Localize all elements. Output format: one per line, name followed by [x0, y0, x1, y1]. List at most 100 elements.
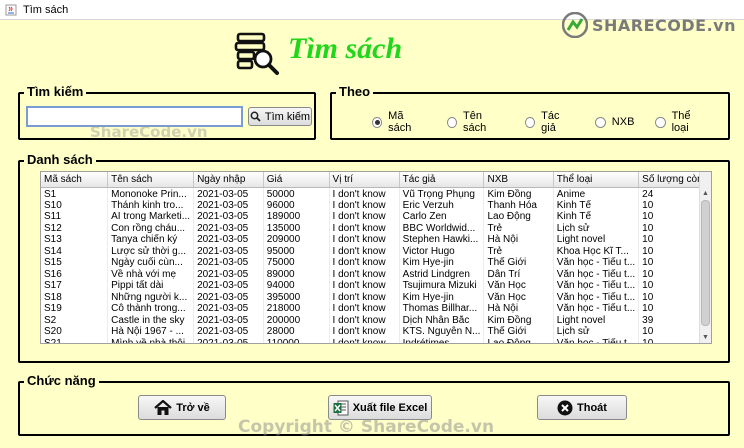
search-button[interactable]: Tìm kiếm [248, 107, 312, 126]
table-row[interactable]: S12 Con rồng cháu... 2021-03-05 135000 I don… [41, 222, 711, 234]
table-row[interactable]: S1 Mononoke Prin... 2021-03-05 50000 I don't… [41, 187, 711, 200]
table-cell: Carlo Zen [399, 211, 485, 223]
col-gia[interactable]: Giá [263, 172, 330, 188]
radio-nxb-dot[interactable] [594, 116, 606, 128]
search-by-options: Mã sách Tên sách Tác giả NXB Thể loại [372, 110, 728, 134]
exit-button[interactable]: Thoát [537, 395, 627, 420]
table-row[interactable]: S19 Cô thành trong... 2021-03-05 218000 I do… [41, 303, 711, 315]
exit-button-label: Thoát [577, 401, 607, 414]
col-ten-sach[interactable]: Tên sách [107, 172, 195, 188]
table-scrollbar[interactable]: ▲ ▼ [699, 172, 711, 343]
table-cell: 395000 [263, 291, 330, 303]
radio-tac-gia-dot[interactable] [525, 116, 536, 128]
table-cell: Về nhà với mẹ [107, 268, 195, 280]
table-row[interactable]: S14 Lược sử thời g... 2021-03-05 95000 I don… [41, 245, 711, 257]
table-row[interactable]: S13 Tanya chiến ký 2021-03-05 209000 I don't… [41, 234, 711, 246]
radio-the-loai-label: Thể loại [671, 110, 691, 134]
table-cell: Dịch Nhân Bắc [399, 314, 485, 326]
table-cell: I don't know [329, 303, 400, 315]
scroll-down-icon[interactable]: ▼ [700, 332, 711, 343]
table-row[interactable]: S16 Về nhà với mẹ 2021-03-05 89000 I don't k… [41, 268, 711, 280]
table-cell: Văn học - Tiểu t... [553, 337, 640, 343]
radio-ten-sach[interactable]: Tên sách [446, 110, 504, 134]
table-cell: Khoa Học Kĩ T... [553, 245, 640, 257]
table-cell: 2021-03-05 [193, 268, 264, 280]
col-the-loai[interactable]: Thể loại [553, 172, 640, 188]
table-row[interactable]: S21 Mình về nhà thôi 2021-03-05 110000 I don… [41, 337, 711, 343]
table-cell: Light novel [553, 234, 640, 246]
table-cell: Indrétimes [399, 337, 485, 343]
radio-ma-sach-label: Mã sách [388, 110, 412, 134]
col-vi-tri[interactable]: Vị trí [329, 172, 400, 188]
table-cell: Eric Verzuh [399, 199, 485, 211]
radio-the-loai[interactable]: Thể loại [655, 110, 707, 134]
book-table-container: Mã sách Tên sách Ngày nhập Giá Vị trí Tá… [40, 171, 712, 344]
export-excel-button[interactable]: Xuất file Excel [328, 395, 432, 420]
table-cell: AI trong Marketi... [107, 211, 195, 223]
table-cell: Castle in the sky [107, 314, 195, 326]
home-icon [154, 399, 172, 415]
book-list-group: Danh sách Mã sách Tên sách Ngày nhập Giá… [18, 152, 730, 363]
table-row[interactable]: S10 Thánh kinh tro... 2021-03-05 96000 I don… [41, 199, 711, 211]
table-cell: 2021-03-05 [193, 257, 264, 269]
search-group: Tìm kiếm Tìm kiếm [18, 84, 316, 140]
radio-nxb[interactable]: NXB [594, 110, 635, 134]
search-button-label: Tìm kiếm [264, 110, 311, 123]
table-cell: 75000 [263, 257, 330, 269]
table-cell: Văn học - Tiểu t... [553, 268, 640, 280]
table-row[interactable]: S17 Pippi tất dài 2021-03-05 94000 I don't k… [41, 280, 711, 292]
radio-ten-sach-dot[interactable] [446, 116, 457, 128]
radio-tac-gia-label: Tác giả [541, 110, 560, 134]
page-title: Tìm sách [288, 32, 403, 65]
table-cell: 218000 [263, 303, 330, 315]
table-cell: 94000 [263, 280, 330, 292]
search-by-legend: Theo [336, 84, 374, 99]
table-cell: Tsujimura Mizuki [399, 280, 485, 292]
scroll-thumb[interactable] [701, 200, 710, 326]
table-cell: S15 [41, 257, 109, 269]
table-row[interactable]: S11 AI trong Marketi... 2021-03-05 189000 I … [41, 211, 711, 223]
col-ngay-nhap[interactable]: Ngày nhập [193, 172, 264, 188]
sharecode-logo-text: SHARECODE.vn [592, 15, 736, 35]
table-cell: Văn Học [483, 291, 554, 303]
window-title: Tìm sách [23, 3, 69, 16]
table-cell: KTS. Nguyễn N... [399, 326, 485, 338]
table-cell: S21 [41, 337, 109, 343]
table-cell: S13 [41, 234, 109, 246]
table-cell: I don't know [329, 222, 400, 234]
table-cell: I don't know [329, 245, 400, 257]
table-row[interactable]: S15 Ngày cuối cùn... 2021-03-05 75000 I don'… [41, 257, 711, 269]
col-nxb[interactable]: NXB [483, 172, 554, 188]
radio-the-loai-dot[interactable] [655, 116, 666, 128]
back-button[interactable]: Trở về [138, 395, 226, 420]
table-cell: I don't know [329, 234, 400, 246]
book-table-body: S1 Mononoke Prin... 2021-03-05 50000 I don't… [41, 187, 711, 343]
table-row[interactable]: S20 Hà Nội 1967 - ... 2021-03-05 28000 I don… [41, 326, 711, 338]
sharecode-logo-icon [562, 12, 588, 38]
radio-ma-sach-dot[interactable] [372, 116, 383, 128]
table-cell: I don't know [329, 326, 400, 338]
table-cell: Lịch sử [553, 326, 640, 338]
radio-tac-gia[interactable]: Tác giả [525, 110, 574, 134]
table-cell: Văn học - Tiểu t... [553, 280, 640, 292]
table-cell: I don't know [329, 280, 400, 292]
table-cell: I don't know [329, 187, 400, 200]
search-input[interactable] [26, 106, 243, 127]
col-tac-gia[interactable]: Tác giả [399, 172, 485, 188]
table-cell: Light novel [553, 314, 640, 326]
scroll-up-icon[interactable]: ▲ [700, 188, 711, 199]
table-cell: BBC Worldwid... [399, 222, 485, 234]
table-cell: Stephen Hawki... [399, 234, 485, 246]
col-ma-sach[interactable]: Mã sách [41, 172, 109, 188]
table-row[interactable]: S18 Những người k... 2021-03-05 395000 I don… [41, 291, 711, 303]
table-cell: Hà Nội 1967 - ... [107, 326, 195, 338]
table-cell: 209000 [263, 234, 330, 246]
table-cell: Kim Hye-jin [399, 257, 485, 269]
radio-ma-sach[interactable]: Mã sách [372, 110, 426, 134]
table-row[interactable]: S2 Castle in the sky 2021-03-05 200000 I don… [41, 314, 711, 326]
table-cell: 2021-03-05 [193, 245, 264, 257]
radio-nxb-label: NXB [611, 116, 635, 128]
table-cell: Thanh Hóa [483, 199, 554, 211]
table-cell: Thomas Billhar... [399, 303, 485, 315]
table-cell: Văn học - Tiểu t... [553, 303, 640, 315]
